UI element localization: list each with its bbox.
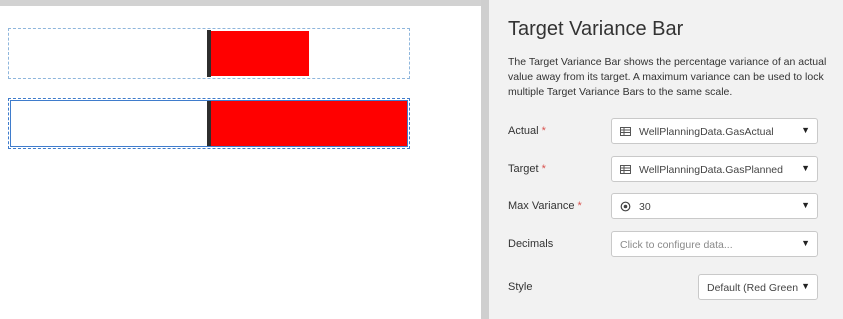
max-variance-label: Max Variance * [508, 200, 582, 212]
decimals-select[interactable]: Click to configure data... ▼ [611, 231, 818, 257]
target-marker [207, 30, 211, 77]
target-label: Target * [508, 163, 546, 175]
table-icon [620, 165, 631, 174]
actual-value: WellPlanningData.GasActual [639, 126, 774, 138]
panel-splitter[interactable] [481, 0, 489, 319]
radio-target-icon [620, 201, 631, 212]
target-variance-bar-selected[interactable] [8, 98, 410, 149]
chevron-down-icon: ▼ [801, 238, 810, 248]
max-variance-value: 30 [639, 201, 651, 213]
properties-panel: Target Variance Bar The Target Variance … [489, 0, 843, 319]
target-marker [207, 100, 211, 147]
required-marker: * [541, 125, 546, 137]
table-icon [620, 127, 631, 136]
decimals-label: Decimals [508, 238, 554, 250]
style-value: Default (Red Green [707, 282, 799, 294]
required-marker: * [541, 163, 546, 175]
max-variance-field-row: Max Variance * 30 ▼ [508, 193, 820, 221]
actual-label: Actual * [508, 125, 546, 137]
chevron-down-icon: ▼ [801, 200, 810, 210]
variance-fill [209, 31, 309, 76]
target-field-row: Target * WellPlanningData.GasPlanned ▼ [508, 156, 820, 184]
actual-select[interactable]: WellPlanningData.GasActual ▼ [611, 118, 818, 144]
chevron-down-icon: ▼ [801, 281, 810, 291]
dashboard-canvas [0, 6, 481, 319]
target-value: WellPlanningData.GasPlanned [639, 164, 783, 176]
variance-fill [209, 101, 407, 146]
target-select[interactable]: WellPlanningData.GasPlanned ▼ [611, 156, 818, 182]
target-variance-bar[interactable] [8, 28, 410, 79]
required-marker: * [577, 200, 582, 212]
style-label: Style [508, 281, 533, 293]
max-variance-select[interactable]: 30 ▼ [611, 193, 818, 219]
decimals-field-row: Decimals Click to configure data... ▼ [508, 231, 820, 259]
chevron-down-icon: ▼ [801, 163, 810, 173]
decimals-placeholder: Click to configure data... [620, 239, 733, 251]
panel-title: Target Variance Bar [508, 18, 684, 40]
style-field-row: Style Default (Red Green ▼ [508, 274, 820, 302]
style-select[interactable]: Default (Red Green ▼ [698, 274, 818, 300]
actual-field-row: Actual * WellPlanningData.GasActual ▼ [508, 118, 820, 146]
chevron-down-icon: ▼ [801, 125, 810, 135]
panel-description: The Target Variance Bar shows the percen… [508, 56, 827, 98]
